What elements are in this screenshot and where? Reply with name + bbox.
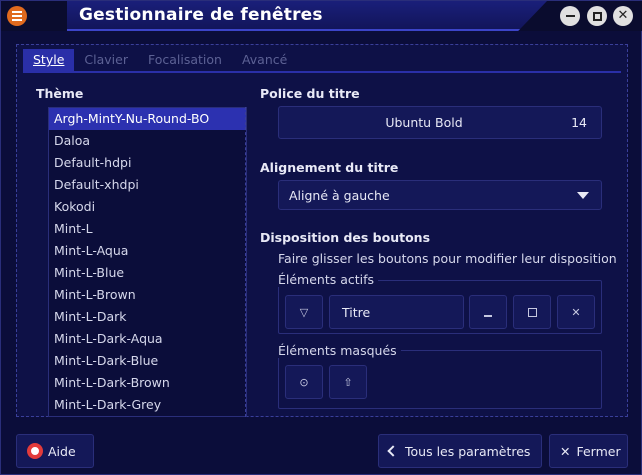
button-layout-label: Disposition des boutons (260, 230, 431, 245)
close-label: Fermer (576, 443, 621, 459)
circle-dot-icon: ⊙ (299, 375, 309, 389)
close-icon: ✕ (571, 305, 581, 319)
tab-advanced[interactable]: Avancé (232, 49, 297, 71)
list-item[interactable]: Default-xhdpi (49, 174, 246, 196)
list-item[interactable]: Daloa (49, 130, 246, 152)
title-alignment-select[interactable]: Aligné à gauche (278, 180, 602, 210)
theme-label: Thème (36, 86, 84, 101)
list-item[interactable]: Kokodi (49, 196, 246, 218)
list-item[interactable]: Mint-L-Blue (49, 262, 246, 284)
above-item[interactable]: ⇧ (329, 365, 367, 399)
maximize-item[interactable] (513, 295, 551, 329)
minimize-item[interactable] (469, 295, 507, 329)
theme-list[interactable]: Argh-MintY-Nu-Round-BO Daloa Default-hdp… (48, 107, 247, 417)
help-label: Aide (48, 443, 76, 459)
help-button[interactable]: Aide (16, 434, 94, 468)
button-layout-hint: Faire glisser les boutons pour modifier … (278, 251, 617, 266)
list-item[interactable]: Mint-L-Dark (49, 306, 246, 328)
list-item[interactable]: Mint-L-Brown (49, 284, 246, 306)
tab-focus[interactable]: Focalisation (138, 49, 232, 71)
arrow-up-icon: ⇧ (343, 375, 353, 389)
title-font-button[interactable]: Ubuntu Bold 14 (278, 106, 602, 139)
font-size: 14 (571, 115, 587, 130)
list-item[interactable]: Mint-L-Dark-Aqua (49, 328, 246, 350)
close-icon: ✕ (617, 8, 629, 23)
triangle-down-icon: ▽ (299, 305, 309, 319)
list-item[interactable]: Mint-L-Dark-Blue (49, 350, 246, 372)
hidden-items-frame (278, 350, 602, 409)
chevron-down-icon (577, 192, 589, 199)
tab-style[interactable]: Style (23, 49, 75, 71)
theme-list-scrollbar[interactable] (245, 107, 247, 417)
close-button[interactable]: ✕ Fermer (549, 434, 628, 468)
tab-keyboard[interactable]: Clavier (74, 49, 138, 71)
active-items-label: Éléments actifs (278, 272, 379, 287)
list-item[interactable]: Mint-L-Dark-Brown (49, 372, 246, 394)
menu-button-item[interactable]: ▽ (285, 295, 323, 329)
title-alignment-value: Aligné à gauche (289, 188, 390, 203)
font-name: Ubuntu Bold (385, 115, 463, 130)
sticky-item[interactable]: ⊙ (285, 365, 323, 399)
chevron-left-icon (387, 445, 399, 457)
tab-underline (23, 71, 621, 73)
minimize-icon (565, 15, 575, 17)
menu-icon[interactable] (7, 6, 27, 26)
title-item-label: Titre (342, 304, 371, 320)
list-item[interactable]: Default-hdpi (49, 152, 246, 174)
minimize-icon (484, 315, 492, 317)
maximize-button[interactable] (587, 6, 607, 26)
hidden-items-label: Éléments masqués (278, 343, 401, 358)
close-window-button[interactable]: ✕ (613, 6, 633, 26)
lifebuoy-icon (27, 443, 43, 459)
close-item[interactable]: ✕ (557, 295, 595, 329)
list-item[interactable]: Argh-MintY-Nu-Round-BO (49, 108, 246, 130)
minimize-button[interactable] (560, 6, 580, 26)
maximize-icon (527, 307, 537, 317)
title-item[interactable]: Titre (329, 295, 464, 329)
list-item[interactable]: Mint-L (49, 218, 246, 240)
close-icon: ✕ (560, 443, 571, 459)
all-settings-label: Tous les paramètres (405, 443, 531, 459)
tab-bar: Style Clavier Focalisation Avancé (23, 49, 297, 71)
title-alignment-label: Alignement du titre (260, 160, 399, 175)
all-settings-button[interactable]: Tous les paramètres (378, 434, 542, 468)
title-bar[interactable]: Gestionnaire de fenêtres ✕ (1, 1, 642, 31)
list-item[interactable]: Mint-L-Dark-Grey (49, 394, 246, 416)
title-font-label: Police du titre (260, 86, 360, 101)
maximize-icon (592, 11, 602, 21)
window-title: Gestionnaire de fenêtres (79, 5, 323, 25)
window: Gestionnaire de fenêtres ✕ Style Clavier… (0, 0, 642, 475)
list-item[interactable]: Mint-L-Aqua (49, 240, 246, 262)
